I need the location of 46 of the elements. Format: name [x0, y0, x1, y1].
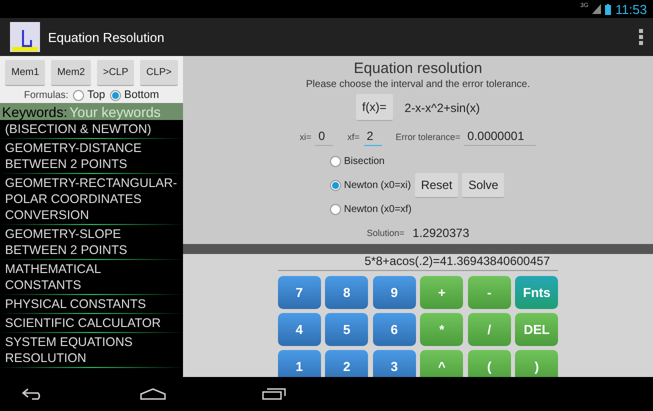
calculator-key[interactable]: 8	[325, 276, 368, 309]
method-radio[interactable]: Newton (x0=xf)	[330, 204, 412, 214]
field-label: Error tolerance=	[396, 132, 460, 142]
calculator-key[interactable]: 4	[278, 313, 321, 346]
formula-list-item[interactable]: (BISECTION & NEWTON)	[0, 120, 183, 139]
battery-icon	[605, 4, 612, 14]
calculator-key[interactable]: 5	[325, 313, 368, 346]
function-button[interactable]: f(x)=	[356, 94, 393, 121]
memory-button[interactable]: >CLP	[97, 60, 134, 86]
calculator-key[interactable]: 7	[278, 276, 321, 309]
solver-instructions: Please choose the interval and the error tolerance.	[306, 79, 530, 90]
field-label: xi=	[300, 132, 312, 142]
solution-label: Solution=	[366, 228, 405, 238]
calculator-key[interactable]: 3	[372, 350, 416, 377]
method-radio[interactable]: Bisection	[330, 156, 385, 166]
memory-button[interactable]: CLP>	[140, 60, 178, 86]
value-field[interactable]: 0.0000001	[464, 127, 536, 146]
calculator-key[interactable]: 6	[372, 313, 416, 346]
memory-button[interactable]: Mem2	[51, 60, 91, 86]
calculator-key[interactable]: 2	[325, 350, 368, 377]
formula-list-item[interactable]: PHYSICAL CONSTANTS	[0, 295, 183, 314]
recent-apps-icon[interactable]	[262, 388, 286, 400]
formula-position-radio[interactable]: Bottom	[110, 89, 160, 101]
overflow-menu-icon[interactable]	[639, 29, 643, 45]
clock: 11:53	[615, 2, 647, 16]
solution-value: 1.2920373	[412, 226, 470, 240]
action-button[interactable]: Reset	[414, 172, 458, 198]
field-label: xf=	[347, 132, 360, 142]
method-radio[interactable]: Newton (x0=xi)	[330, 180, 411, 190]
function-expression: 2-x-x^2+sin(x)	[404, 100, 480, 114]
app-title: Equation Resolution	[48, 30, 166, 44]
signal-icon	[592, 4, 602, 14]
formulas-label: Formulas:	[24, 90, 68, 100]
calculator-key[interactable]: 9	[372, 276, 416, 309]
keywords-field[interactable]: Keywords:Your keywords	[0, 103, 183, 120]
value-field[interactable]: 2	[364, 127, 382, 146]
home-icon[interactable]	[140, 388, 166, 400]
solver-title: Equation resolution	[354, 60, 482, 77]
formula-position-radio[interactable]: Top	[73, 89, 106, 101]
memory-button[interactable]: Mem1	[5, 60, 46, 86]
app-logo-icon	[10, 22, 40, 52]
calculator-key[interactable]: 1	[278, 350, 321, 377]
formula-list-item[interactable]: SCIENTIFIC CALCULATOR	[0, 314, 183, 333]
calculator-display: 5*8+acos(.2)=41.36943840600457	[278, 254, 558, 271]
value-field[interactable]: 0	[315, 127, 334, 146]
action-button[interactable]: Solve	[462, 172, 504, 198]
